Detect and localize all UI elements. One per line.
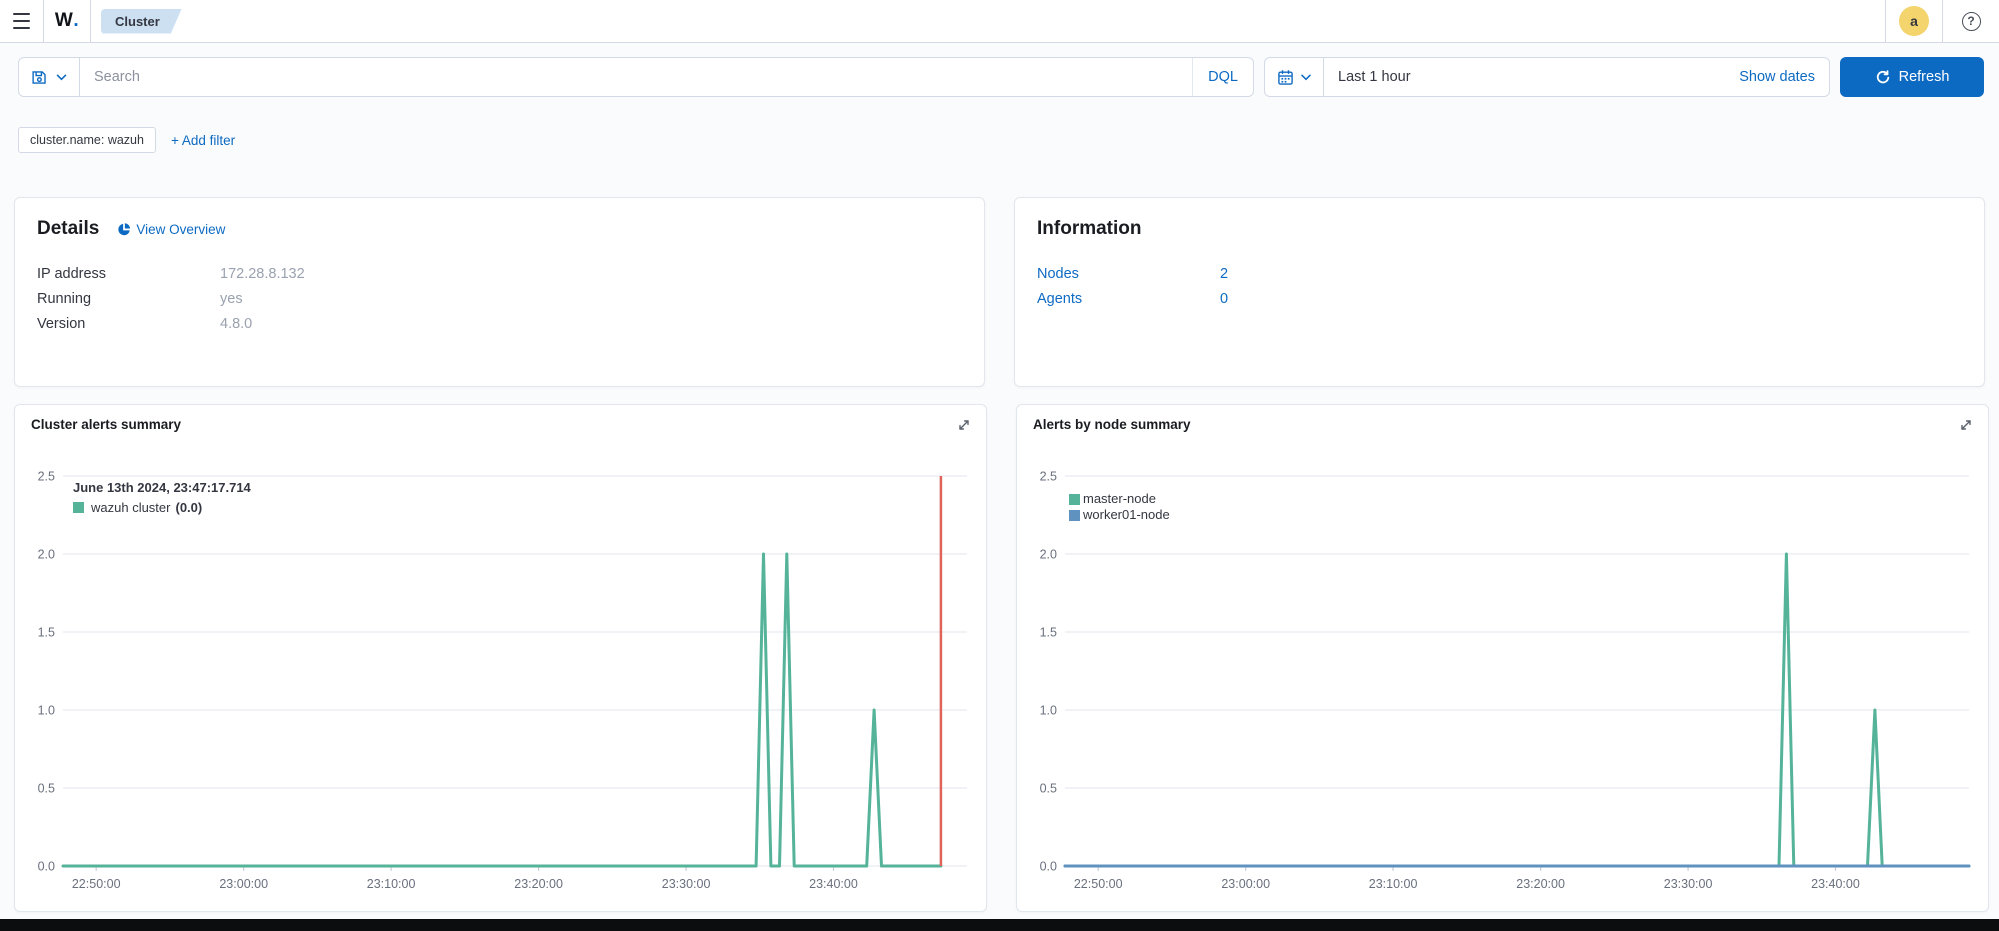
svg-text:22:50:00: 22:50:00 — [1074, 877, 1123, 891]
expand-panel-button[interactable] — [1958, 417, 1974, 433]
row-value: 172.28.8.132 — [220, 262, 305, 287]
charts-row: Cluster alerts summary 0.0 0.5 1.0 1.5 2.0 2.… — [14, 404, 1985, 912]
add-filter-button[interactable]: + Add filter — [171, 133, 235, 148]
legend-item-master-node[interactable]: master-node — [1069, 491, 1170, 507]
cluster-alerts-panel: Cluster alerts summary 0.0 0.5 1.0 1.5 2.0 2.… — [14, 404, 987, 912]
legend-swatch — [1069, 510, 1080, 521]
svg-text:1.5: 1.5 — [1040, 626, 1057, 640]
cluster-alerts-chart-area: 0.0 0.5 1.0 1.5 2.0 2.5 22:50:00 23:00:00 23:10:… — [31, 466, 970, 896]
expand-icon — [1958, 417, 1974, 433]
row-label: IP address — [37, 262, 220, 287]
svg-text:1.0: 1.0 — [38, 704, 55, 718]
show-dates-button[interactable]: Show dates — [1739, 69, 1829, 85]
details-title: Details — [37, 218, 99, 240]
date-picker: Last 1 hour Show dates — [1264, 57, 1830, 97]
details-row-version: Version 4.8.0 — [37, 312, 962, 337]
expand-panel-button[interactable] — [956, 417, 972, 433]
info-cards-row: Details View Overview IP address 172.28.… — [14, 197, 1985, 387]
svg-text:23:20:00: 23:20:00 — [1516, 877, 1565, 891]
help-icon: ? — [1962, 12, 1981, 31]
svg-text:2.5: 2.5 — [38, 470, 55, 484]
information-row-agents: Agents 0 — [1037, 287, 1962, 312]
chart-title: Alerts by node summary — [1033, 417, 1972, 432]
svg-text:0.5: 0.5 — [1040, 782, 1057, 796]
nodes-count: 2 — [1220, 262, 1228, 287]
save-query-icon — [31, 69, 48, 86]
refresh-icon — [1875, 69, 1891, 85]
refresh-label: Refresh — [1899, 69, 1950, 85]
details-row-running: Running yes — [37, 287, 962, 312]
information-title: Information — [1037, 218, 1142, 240]
legend-label: worker01-node — [1083, 507, 1170, 523]
cluster-alerts-chart[interactable]: 0.0 0.5 1.0 1.5 2.0 2.5 22:50:00 23:00:00 23:10:… — [31, 466, 970, 896]
alerts-by-node-panel: Alerts by node summary 0.0 0.5 1.0 1.5 2.0 2.… — [1016, 404, 1989, 912]
information-panel: Information Nodes 2 Agents 0 — [1014, 197, 1985, 387]
wazuh-logo[interactable]: W. — [44, 0, 91, 42]
avatar[interactable]: a — [1899, 6, 1929, 36]
row-label: Running — [37, 287, 220, 312]
chevron-down-icon — [1301, 74, 1311, 81]
nodes-link[interactable]: Nodes — [1037, 262, 1220, 287]
alerts-by-node-chart-area: 0.0 0.5 1.0 1.5 2.0 2.5 22:50:00 23:00:00 23:10:… — [1033, 466, 1972, 896]
chart-legend: master-nodeworker01-node — [1069, 491, 1170, 523]
time-range-value[interactable]: Last 1 hour — [1324, 69, 1739, 85]
logo-dot: . — [73, 10, 79, 32]
legend-item-worker01-node[interactable]: worker01-node — [1069, 507, 1170, 523]
svg-text:22:50:00: 22:50:00 — [72, 877, 121, 891]
breadcrumb[interactable]: Cluster — [101, 9, 182, 34]
user-menu[interactable]: a — [1885, 0, 1943, 42]
svg-text:23:00:00: 23:00:00 — [1221, 877, 1270, 891]
svg-text:2.0: 2.0 — [38, 548, 55, 562]
top-header: W. Cluster a ? — [0, 0, 1999, 43]
filter-pill[interactable]: cluster.name: wazuh — [18, 127, 156, 153]
svg-text:23:00:00: 23:00:00 — [219, 877, 268, 891]
details-row-ip: IP address 172.28.8.132 — [37, 262, 962, 287]
saved-queries-button[interactable] — [19, 58, 80, 96]
help-button[interactable]: ? — [1943, 0, 1999, 42]
agents-link[interactable]: Agents — [1037, 287, 1220, 312]
pie-chart-icon — [117, 222, 131, 236]
view-overview-link[interactable]: View Overview — [117, 222, 225, 237]
svg-text:23:10:00: 23:10:00 — [1369, 877, 1418, 891]
expand-icon — [956, 417, 972, 433]
chart-title: Cluster alerts summary — [31, 417, 970, 432]
page: W. Cluster a ? — [0, 0, 1999, 931]
logo-text: W — [55, 10, 73, 32]
alerts-by-node-chart[interactable]: 0.0 0.5 1.0 1.5 2.0 2.5 22:50:00 23:00:00 23:10:… — [1033, 466, 1972, 896]
search-box: DQL — [18, 57, 1254, 97]
filter-bar: cluster.name: wazuh + Add filter — [18, 127, 1984, 153]
svg-text:1.0: 1.0 — [1040, 704, 1057, 718]
chevron-down-icon — [56, 74, 67, 81]
svg-text:2.0: 2.0 — [1040, 548, 1057, 562]
svg-text:23:40:00: 23:40:00 — [809, 877, 858, 891]
header-right: a ? — [1885, 0, 1999, 42]
svg-text:0.0: 0.0 — [38, 860, 55, 874]
bottom-bar — [0, 919, 1999, 931]
row-label: Version — [37, 312, 220, 337]
legend-swatch — [1069, 494, 1080, 505]
legend-label: master-node — [1083, 491, 1156, 507]
menu-icon[interactable] — [0, 0, 44, 42]
svg-text:23:30:00: 23:30:00 — [1664, 877, 1713, 891]
svg-text:0.0: 0.0 — [1040, 860, 1057, 874]
svg-text:1.5: 1.5 — [38, 626, 55, 640]
quick-select-button[interactable] — [1265, 58, 1324, 96]
view-overview-label: View Overview — [136, 222, 225, 237]
svg-text:0.5: 0.5 — [38, 782, 55, 796]
svg-text:23:30:00: 23:30:00 — [662, 877, 711, 891]
information-row-nodes: Nodes 2 — [1037, 262, 1962, 287]
svg-text:23:40:00: 23:40:00 — [1811, 877, 1860, 891]
query-bar: DQL — [18, 57, 1984, 97]
dql-button[interactable]: DQL — [1192, 58, 1253, 96]
svg-text:23:10:00: 23:10:00 — [367, 877, 416, 891]
agents-count: 0 — [1220, 287, 1228, 312]
svg-text:23:20:00: 23:20:00 — [514, 877, 563, 891]
calendar-icon — [1277, 69, 1294, 86]
row-value: yes — [220, 287, 243, 312]
refresh-button[interactable]: Refresh — [1840, 57, 1984, 97]
row-value: 4.8.0 — [220, 312, 252, 337]
details-panel: Details View Overview IP address 172.28.… — [14, 197, 985, 387]
search-input[interactable] — [80, 58, 1192, 96]
svg-text:2.5: 2.5 — [1040, 470, 1057, 484]
